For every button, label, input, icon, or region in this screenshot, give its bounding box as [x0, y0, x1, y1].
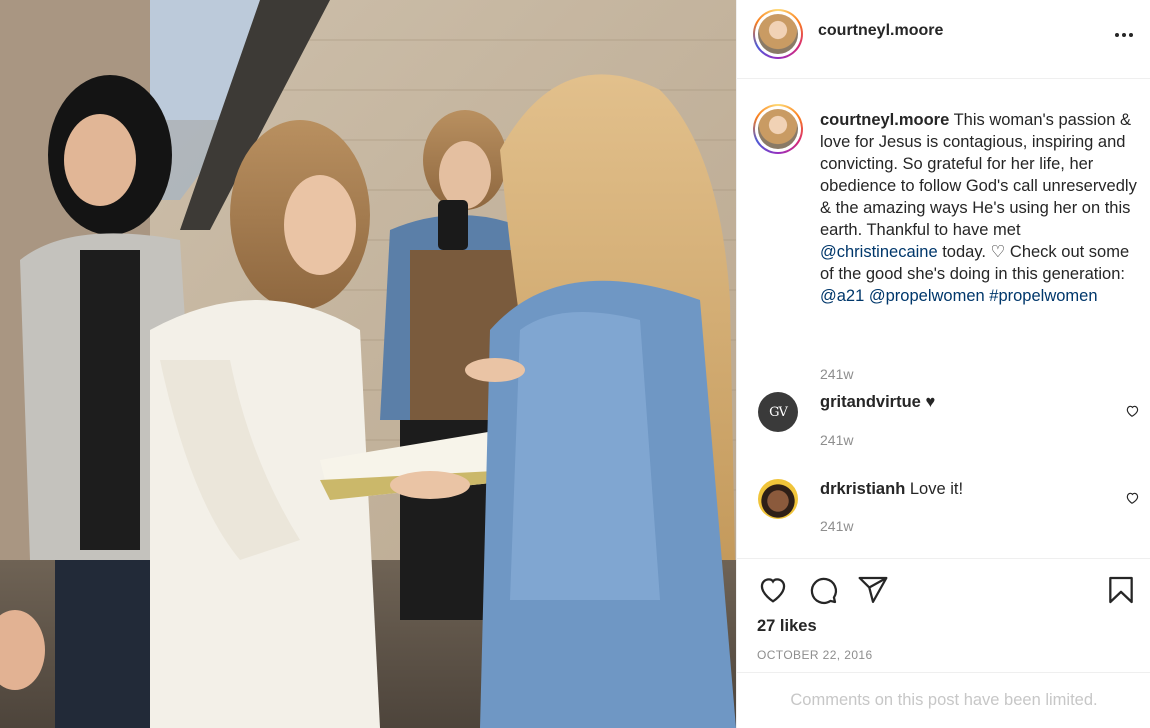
avatar-logo-text: GV — [769, 404, 788, 420]
caption-body-1: This woman's passion & love for Jesus is… — [820, 111, 1137, 239]
mention-propelwomen[interactable]: @propelwomen — [869, 287, 985, 305]
comment-text: drkristianh Love it! — [820, 480, 963, 499]
post-date[interactable]: OCTOBER 22, 2016 — [757, 648, 873, 662]
comment-username[interactable]: drkristianh — [820, 480, 905, 498]
hashtag-propelwomen[interactable]: #propelwomen — [989, 287, 1097, 305]
comment-like-icon[interactable] — [1125, 491, 1139, 505]
mention-christinecaine[interactable]: @christinecaine — [820, 243, 938, 261]
post-photo[interactable] — [0, 0, 736, 728]
caption-text: courtneyl.moore This woman's passion & l… — [820, 109, 1138, 307]
heart-icon[interactable] — [757, 574, 789, 606]
photo-illustration — [0, 0, 736, 728]
comment-item: GV gritandvirtue ♥ 241w — [737, 392, 1150, 462]
comments-limited-notice: Comments on this post have been limited. — [737, 672, 1150, 728]
post-panel: courtneyl.moore courtneyl.moore This wom… — [736, 0, 1150, 728]
more-options-icon[interactable] — [1115, 33, 1133, 37]
comment-timestamp[interactable]: 241w — [820, 518, 853, 534]
bookmark-icon[interactable] — [1105, 574, 1137, 606]
caption-author-avatar[interactable] — [753, 104, 803, 154]
comment-text: gritandvirtue ♥ — [820, 393, 935, 412]
comment-like-icon[interactable] — [1125, 404, 1139, 418]
comment-body: ♥ — [925, 393, 936, 411]
author-username[interactable]: courtneyl.moore — [818, 22, 943, 40]
author-avatar[interactable] — [753, 9, 803, 59]
post-actions: 27 likes OCTOBER 22, 2016 — [737, 558, 1150, 672]
comment-item: drkristianh Love it! 241w — [737, 479, 1150, 549]
comment-username[interactable]: gritandvirtue — [820, 393, 921, 411]
caption-username[interactable]: courtneyl.moore — [820, 111, 949, 129]
share-icon[interactable] — [857, 574, 889, 606]
commenter-avatar[interactable] — [758, 479, 798, 519]
caption-timestamp[interactable]: 241w — [820, 366, 853, 382]
commenter-avatar[interactable]: GV — [758, 392, 798, 432]
comment-timestamp[interactable]: 241w — [820, 432, 853, 448]
comments-section: courtneyl.moore This woman's passion & l… — [737, 80, 1150, 558]
comment-body: Love it! — [909, 480, 964, 498]
post-header: courtneyl.moore — [737, 0, 1150, 79]
comment-icon[interactable] — [807, 574, 839, 606]
mention-a21[interactable]: @a21 — [820, 287, 864, 305]
likes-count[interactable]: 27 likes — [757, 617, 817, 636]
